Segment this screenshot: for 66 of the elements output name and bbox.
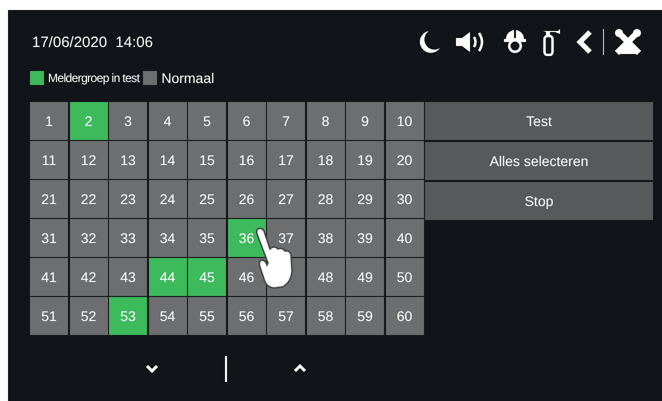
- group-cell[interactable]: 31: [30, 219, 68, 256]
- group-cell[interactable]: 46: [228, 258, 266, 296]
- group-cell[interactable]: 35: [188, 219, 226, 256]
- group-cell[interactable]: 21: [30, 180, 68, 218]
- group-cell[interactable]: 41: [30, 258, 68, 296]
- group-cell[interactable]: 40: [386, 219, 424, 256]
- tools-icon[interactable]: [614, 28, 642, 56]
- hand-cursor-icon: [254, 227, 294, 289]
- group-cell[interactable]: 12: [70, 141, 108, 178]
- group-cell[interactable]: 25: [188, 180, 226, 218]
- legend-label: Meldergroep in test: [48, 71, 140, 85]
- group-cell[interactable]: 11: [30, 141, 68, 178]
- action-button[interactable]: Stop: [425, 182, 653, 220]
- chevron-down-icon[interactable]: [145, 364, 159, 373]
- group-cell[interactable]: 22: [70, 180, 108, 218]
- group-cell[interactable]: 52: [70, 297, 108, 334]
- group-cell[interactable]: 54: [148, 297, 186, 334]
- group-cell[interactable]: 19: [346, 141, 384, 178]
- group-cell[interactable]: 13: [109, 141, 147, 178]
- group-cell[interactable]: 28: [306, 180, 344, 218]
- group-cell[interactable]: 43: [109, 258, 147, 296]
- group-cell[interactable]: 17: [267, 141, 305, 178]
- group-cell[interactable]: 51: [30, 297, 68, 334]
- group-cell[interactable]: 27: [267, 180, 305, 218]
- group-cell[interactable]: 8: [306, 102, 344, 140]
- group-cell[interactable]: 57: [267, 297, 305, 334]
- group-cell[interactable]: 20: [386, 141, 424, 178]
- group-cell[interactable]: 49: [346, 258, 384, 296]
- group-cell[interactable]: 26: [228, 180, 266, 218]
- group-cell[interactable]: 9: [346, 102, 384, 140]
- group-cell[interactable]: 4: [148, 102, 186, 140]
- group-cell[interactable]: 59: [346, 297, 384, 334]
- group-cell[interactable]: 48: [306, 258, 344, 296]
- group-cell[interactable]: 23: [109, 180, 147, 218]
- group-cell[interactable]: 60: [386, 297, 424, 334]
- group-cell[interactable]: 15: [188, 141, 226, 178]
- chevron-up-icon[interactable]: [292, 364, 306, 373]
- group-cell[interactable]: 29: [346, 180, 384, 218]
- group-cell[interactable]: 55: [188, 297, 226, 334]
- group-cell[interactable]: 58: [306, 297, 344, 334]
- group-cell[interactable]: 1: [30, 102, 68, 140]
- legend-label: Normaal: [161, 70, 214, 86]
- helmet-icon[interactable]: [503, 29, 527, 55]
- action-button[interactable]: Test: [425, 102, 653, 140]
- date-time: 17/06/2020 14:06: [32, 34, 153, 50]
- group-cell[interactable]: 30: [386, 180, 424, 218]
- group-cell[interactable]: 56: [228, 297, 266, 334]
- group-cell[interactable]: 3: [109, 102, 147, 140]
- group-cell[interactable]: 39: [346, 219, 384, 256]
- group-cell[interactable]: 34: [148, 219, 186, 256]
- group-cell[interactable]: 10: [386, 102, 424, 140]
- group-cell[interactable]: 50: [386, 258, 424, 296]
- back-icon[interactable]: [575, 29, 593, 55]
- group-cell[interactable]: 32: [70, 219, 108, 256]
- group-cell[interactable]: 7: [267, 102, 305, 140]
- group-cell[interactable]: 42: [70, 258, 108, 296]
- group-cell[interactable]: 6: [228, 102, 266, 140]
- group-cell[interactable]: 38: [306, 219, 344, 256]
- group-cell[interactable]: 5: [188, 102, 226, 140]
- group-cell[interactable]: 14: [148, 141, 186, 178]
- group-cell[interactable]: 16: [228, 141, 266, 178]
- group-cell[interactable]: 33: [109, 219, 147, 256]
- fire-extinguisher-icon[interactable]: [541, 28, 561, 56]
- group-cell[interactable]: 18: [306, 141, 344, 178]
- action-button[interactable]: Alles selecteren: [425, 142, 653, 180]
- group-cell[interactable]: 24: [148, 180, 186, 218]
